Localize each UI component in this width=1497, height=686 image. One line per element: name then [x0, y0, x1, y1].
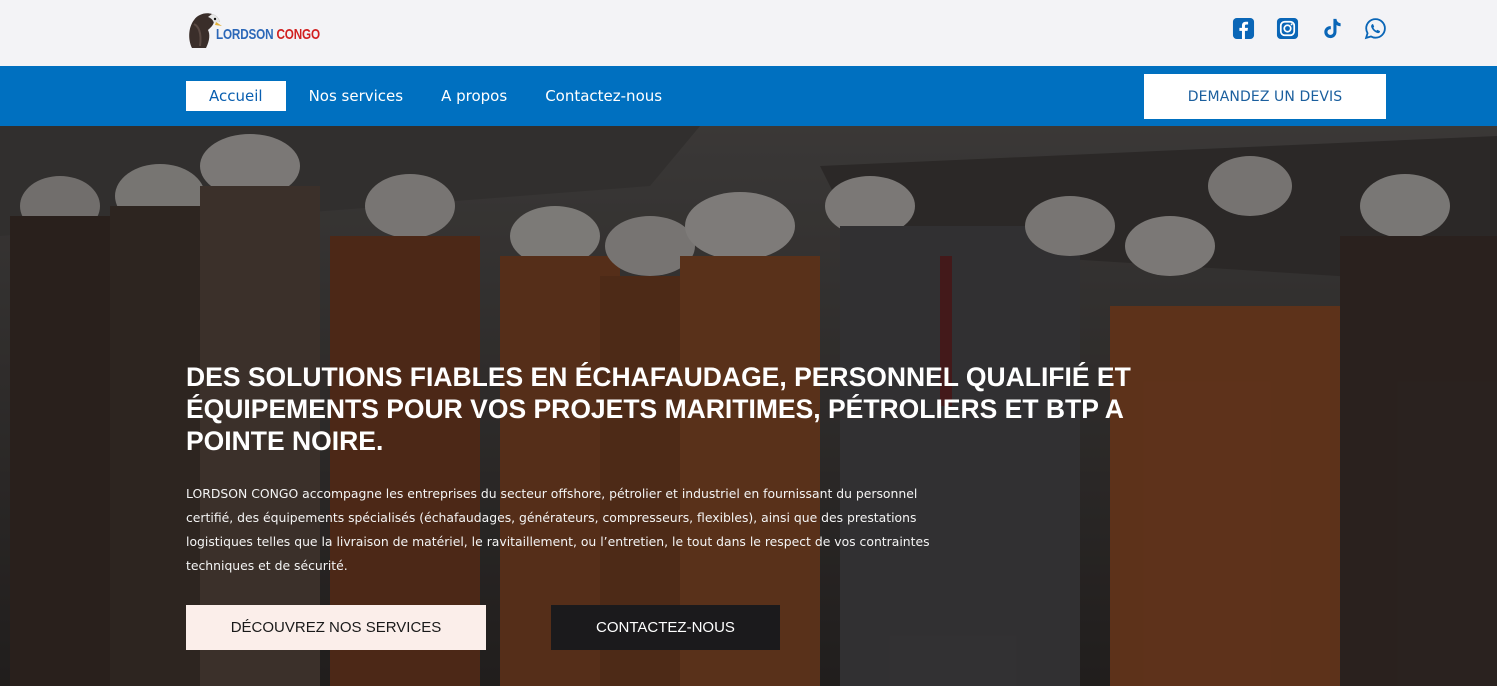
nav-item-contactez-nous[interactable]: Contactez-nous: [545, 81, 662, 111]
nav-links: Accueil Nos services A propos Contactez-…: [186, 81, 700, 111]
social-links: [1232, 17, 1387, 40]
site-logo[interactable]: LORDSON CONGO: [186, 10, 320, 50]
hero-title: DES SOLUTIONS FIABLES EN ÉCHAFAUDAGE, PE…: [186, 362, 1131, 456]
facebook-icon[interactable]: [1232, 17, 1255, 40]
whatsapp-icon[interactable]: [1364, 17, 1387, 40]
main-navbar: Accueil Nos services A propos Contactez-…: [0, 66, 1497, 126]
discover-services-button[interactable]: DÉCOUVREZ NOS SERVICES: [186, 605, 486, 650]
top-bar: LORDSON CONGO: [0, 0, 1497, 66]
nav-item-accueil[interactable]: Accueil: [186, 81, 286, 111]
logo-text: LORDSON CONGO: [216, 26, 320, 43]
contact-us-button[interactable]: CONTACTEZ-NOUS: [551, 605, 780, 650]
nav-item-a-propos[interactable]: A propos: [441, 81, 507, 111]
tiktok-icon[interactable]: [1320, 17, 1343, 40]
nav-item-nos-services[interactable]: Nos services: [309, 81, 404, 111]
hero-description: LORDSON CONGO accompagne les entreprises…: [186, 486, 930, 573]
instagram-icon[interactable]: [1276, 17, 1299, 40]
logo-text-lordson: LORDSON: [216, 26, 274, 43]
hero-section: DES SOLUTIONS FIABLES EN ÉCHAFAUDAGE, PE…: [0, 126, 1497, 686]
request-quote-button[interactable]: DEMANDEZ UN DEVIS: [1144, 74, 1386, 119]
logo-text-congo: CONGO: [276, 26, 321, 43]
